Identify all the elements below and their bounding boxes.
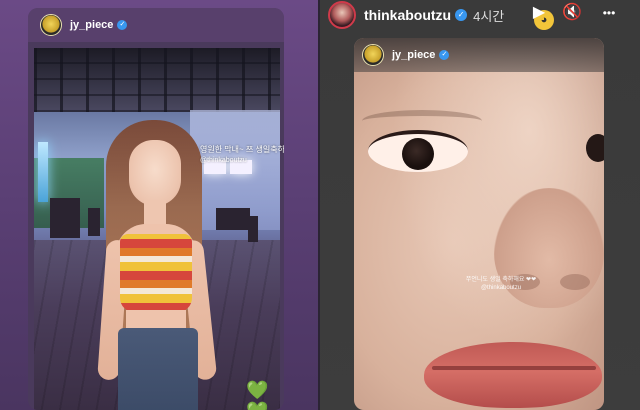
username-left[interactable]: jy_piece: [70, 19, 113, 31]
lip-line: [432, 366, 596, 370]
story-top-bar: thinkaboutzu ✓ 4시간: [320, 0, 640, 30]
person-silhouette: [88, 208, 100, 236]
caption-text: 영원한 막내~ 쯔 생일축하해!!!!: [200, 145, 284, 154]
avatar[interactable]: [40, 14, 62, 36]
person-face: [129, 140, 181, 206]
story-caption-right: 쭈언니도 생일 축하해요 ❤❤ @thinkaboutzu: [446, 276, 556, 292]
story-header-right: jy_piece ✓: [354, 38, 604, 72]
green-heart-icons: 💚💚: [246, 380, 271, 410]
face-closeup-photo: [354, 38, 604, 410]
lips: [424, 342, 602, 408]
eye: [586, 134, 604, 162]
left-story-panel: jy_piece ✓ 영원한 막내~ 쯔 생일축하해!!!! @thinkabo…: [0, 0, 318, 410]
mute-icon[interactable]: 🔇: [562, 4, 582, 22]
stories-comparison: jy_piece ✓ 영원한 막내~ 쯔 생일축하해!!!! @thinkabo…: [0, 0, 640, 410]
person-silhouette: [248, 216, 258, 242]
story-card-right[interactable]: jy_piece ✓ 쭈언니도 생일 축하해요 ❤❤ @thinkaboutzu: [354, 38, 604, 410]
more-options-icon[interactable]: •••: [596, 4, 622, 22]
blue-lamp: [38, 142, 48, 202]
avatar[interactable]: [328, 1, 356, 29]
verified-icon: ✓: [117, 20, 128, 30]
equipment: [216, 208, 250, 230]
post-time: 4시간: [473, 8, 505, 24]
username-inner[interactable]: jy_piece: [392, 49, 435, 61]
username-top[interactable]: thinkaboutzu: [364, 7, 451, 23]
story-header-left: jy_piece ✓: [28, 8, 284, 42]
verified-icon: ✓: [439, 50, 450, 60]
mention-link[interactable]: @thinkaboutzu: [200, 155, 284, 166]
story-photo: [34, 48, 280, 410]
eyebrow: [362, 110, 482, 132]
studio-ceiling: [34, 48, 280, 112]
caption-text: 쭈언니도 생일 축하해요 ❤❤: [465, 277, 537, 283]
mention-link[interactable]: @thinkaboutzu: [446, 284, 556, 292]
striped-top: [120, 234, 192, 312]
avatar[interactable]: [362, 44, 384, 66]
right-story-panel: thinkaboutzu ✓ 4시간 ◕ ▶ 🔇 ••• jy_piece ✓: [320, 0, 640, 410]
verified-icon: ✓: [455, 9, 468, 21]
iris: [402, 138, 434, 170]
person-jeans: [118, 328, 198, 410]
play-icon[interactable]: ▶: [530, 4, 548, 22]
story-card-left[interactable]: jy_piece ✓ 영원한 막내~ 쯔 생일축하해!!!! @thinkabo…: [28, 8, 284, 410]
nostril: [560, 274, 590, 290]
story-caption-left: 영원한 막내~ 쯔 생일축하해!!!! @thinkaboutzu: [200, 144, 284, 166]
eye: [368, 130, 468, 172]
equipment: [50, 198, 80, 238]
